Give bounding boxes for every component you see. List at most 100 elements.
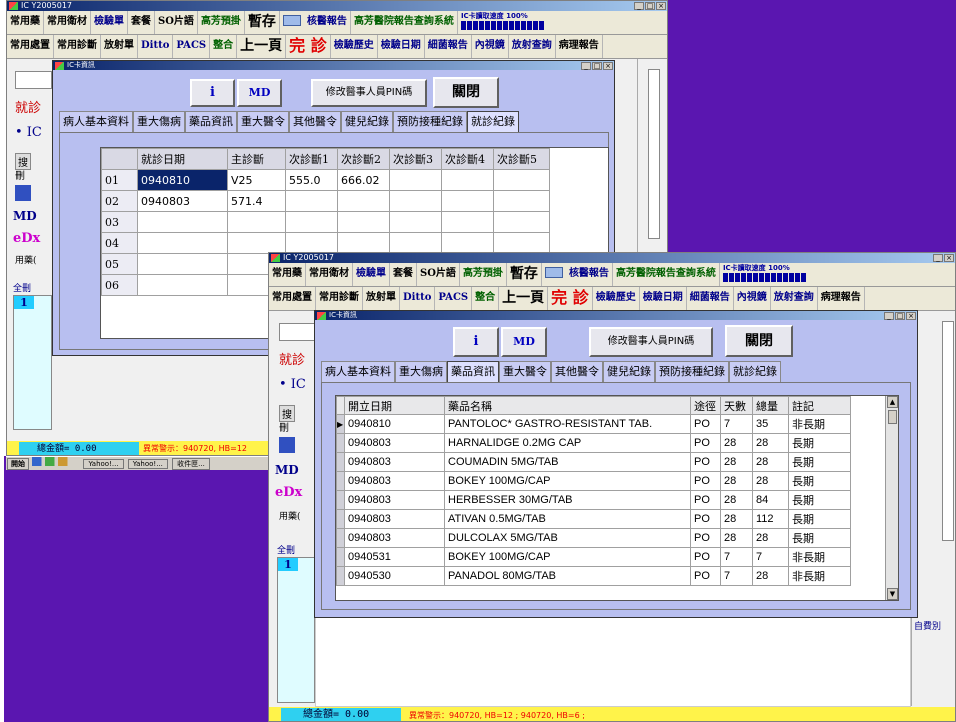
tab-1[interactable]: 重大傷病	[133, 111, 185, 132]
menu-item[interactable]: 常用診斷	[54, 35, 101, 58]
toolbar-mini-icon[interactable]	[282, 15, 301, 26]
drug-route-cell[interactable]: PO	[690, 528, 721, 548]
drug-note-cell[interactable]: 長期	[788, 433, 851, 453]
table-row[interactable]: 0940530 PANADOL 80MG/TAB PO 7 28 非長期	[336, 566, 851, 586]
table-row[interactable]: 02 0940803 571.4	[101, 190, 550, 212]
taskbar-item-yahoo-2[interactable]: Yahoo!...	[127, 459, 168, 469]
diagnosis-2-cell[interactable]: 666.02	[337, 169, 390, 191]
drug-total-cell[interactable]: 28	[752, 528, 789, 548]
menu-item[interactable]: SO片語	[155, 11, 198, 34]
back-dialog-minimize[interactable]: _	[581, 62, 591, 70]
tab-4[interactable]: 其他醫令	[551, 361, 603, 382]
drug-date-cell[interactable]: 0940803	[344, 490, 445, 510]
tab-7[interactable]: 就診紀錄	[467, 111, 519, 132]
diagnosis-4-cell[interactable]	[441, 190, 494, 212]
menu-item[interactable]: 整合	[210, 35, 238, 58]
visit-column-header[interactable]: 主診斷	[227, 148, 286, 170]
back-side-md-label[interactable]: MD	[13, 209, 37, 223]
main-diagnosis-cell[interactable]	[227, 232, 286, 254]
back-right-scrollbar[interactable]	[648, 69, 660, 239]
tab-5[interactable]: 健兒紀錄	[603, 361, 655, 382]
visit-column-header[interactable]: 次診斷2	[337, 148, 390, 170]
menu-item[interactable]: Ditto	[138, 35, 174, 58]
front-side-edx-label[interactable]: eDx	[275, 485, 302, 500]
menu-item[interactable]: 檢驗單	[353, 263, 390, 286]
table-row[interactable]: 0940803 HARNALIDGE 0.2MG CAP PO 28 28 長期	[336, 433, 851, 453]
drug-total-cell[interactable]: 7	[752, 547, 789, 567]
drug-total-cell[interactable]: 28	[752, 471, 789, 491]
front-md-button[interactable]: MD	[501, 327, 547, 357]
drug-route-cell[interactable]: PO	[690, 547, 721, 567]
back-dialog-maximize[interactable]: □	[592, 62, 602, 70]
menu-item[interactable]: 常用處置	[269, 287, 316, 310]
drug-days-cell[interactable]: 7	[720, 547, 753, 567]
drug-total-cell[interactable]: 35	[752, 414, 789, 434]
tab-1[interactable]: 重大傷病	[395, 361, 447, 382]
tab-7[interactable]: 就診紀錄	[729, 361, 781, 382]
diagnosis-4-cell[interactable]	[441, 232, 494, 254]
diagnosis-1-cell[interactable]	[285, 211, 338, 233]
diagnosis-3-cell[interactable]	[389, 232, 442, 254]
drug-total-cell[interactable]: 28	[752, 566, 789, 586]
diagnosis-1-cell[interactable]	[285, 190, 338, 212]
drug-date-cell[interactable]: 0940803	[344, 471, 445, 491]
diagnosis-5-cell[interactable]	[493, 169, 550, 191]
menu-item[interactable]: 放射查詢	[771, 287, 818, 310]
tab-2[interactable]: 藥品資訊	[185, 111, 237, 132]
drug-route-cell[interactable]: PO	[690, 471, 721, 491]
drug-name-cell[interactable]: BOKEY 100MG/CAP	[444, 471, 691, 491]
menu-item[interactable]: 常用處置	[7, 35, 54, 58]
tab-5[interactable]: 健兒紀錄	[341, 111, 393, 132]
table-row[interactable]: ▶ 0940810 PANTOLOC* GASTRO-RESISTANT TAB. P…	[336, 414, 851, 434]
front-input-box[interactable]	[279, 323, 315, 341]
drug-name-cell[interactable]: PANADOL 80MG/TAB	[444, 566, 691, 586]
diagnosis-3-cell[interactable]	[389, 169, 442, 191]
menu-item[interactable]: PACS	[435, 287, 473, 310]
diagnosis-3-cell[interactable]	[389, 190, 442, 212]
maximize-button[interactable]: □	[645, 2, 655, 10]
diagnosis-1-cell[interactable]	[285, 232, 338, 254]
menu-item[interactable]: 常用衛材	[306, 263, 353, 286]
table-row[interactable]: 0940803 BOKEY 100MG/CAP PO 28 28 長期	[336, 471, 851, 491]
menu-item[interactable]: 常用藥	[7, 11, 44, 34]
tab-6[interactable]: 預防接種紀錄	[393, 111, 467, 132]
diagnosis-1-cell[interactable]: 555.0	[285, 169, 338, 191]
menu-item[interactable]: 暫存	[245, 11, 280, 34]
drug-total-cell[interactable]: 28	[752, 452, 789, 472]
menu-item[interactable]: 核醫報告	[566, 263, 613, 286]
back-pin-button[interactable]: 修改醫事人員PIN碼	[311, 79, 427, 107]
drug-name-cell[interactable]: DULCOLAX 5MG/TAB	[444, 528, 691, 548]
menu-item[interactable]: 內視鏡	[734, 287, 771, 310]
table-row[interactable]: 0940803 COUMADIN 5MG/TAB PO 28 28 長期	[336, 452, 851, 472]
menu-item[interactable]: 放射單	[101, 35, 138, 58]
visit-date-cell[interactable]	[137, 253, 228, 275]
front-dialog-maximize[interactable]: □	[895, 312, 905, 320]
menu-item[interactable]: 完 診	[286, 35, 331, 58]
tab-0[interactable]: 病人基本資料	[59, 111, 133, 132]
menu-item[interactable]: 上一頁	[499, 287, 549, 310]
drug-column-header[interactable]: 途徑	[690, 396, 721, 415]
diagnosis-2-cell[interactable]	[337, 190, 390, 212]
menu-item[interactable]: 套餐	[390, 263, 417, 286]
scroll-up-arrow[interactable]: ▲	[887, 396, 898, 408]
menu-item[interactable]: 檢驗單	[91, 11, 128, 34]
diagnosis-5-cell[interactable]	[493, 232, 550, 254]
drug-days-cell[interactable]: 28	[720, 528, 753, 548]
menu-item[interactable]: 檢驗日期	[640, 287, 687, 310]
front-right-scrollbar[interactable]	[942, 321, 954, 541]
menu-item[interactable]: 核醫報告	[304, 11, 351, 34]
diagnosis-2-cell[interactable]	[337, 211, 390, 233]
front-side-delete-label[interactable]: 刪	[279, 419, 289, 434]
front-pin-button[interactable]: 修改醫事人員PIN碼	[589, 327, 713, 357]
drug-days-cell[interactable]: 28	[720, 452, 753, 472]
table-row[interactable]: 0940803 HERBESSER 30MG/TAB PO 28 84 長期	[336, 490, 851, 510]
menu-item[interactable]: 整合	[472, 287, 500, 310]
visit-date-cell[interactable]	[137, 211, 228, 233]
menu-item[interactable]: 常用診斷	[316, 287, 363, 310]
table-row[interactable]: 0940803 DULCOLAX 5MG/TAB PO 28 28 長期	[336, 528, 851, 548]
menu-item[interactable]: 高芳醫院報告查詢系統	[613, 263, 720, 286]
front-dialog-close[interactable]: ×	[906, 312, 916, 320]
back-close-dialog-button[interactable]: 關閉	[433, 77, 499, 108]
back-side-delete-label[interactable]: 刪	[15, 167, 25, 182]
main-diagnosis-cell[interactable]: V25	[227, 169, 286, 191]
